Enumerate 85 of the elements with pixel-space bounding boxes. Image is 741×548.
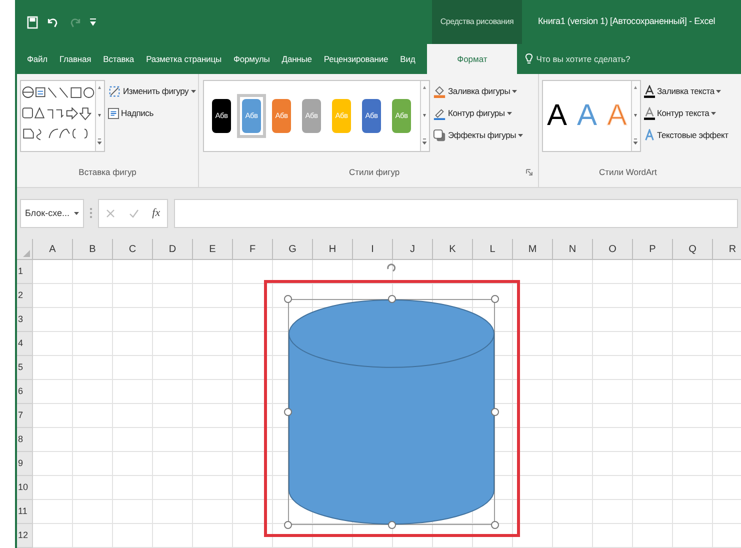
column-header[interactable]: C <box>113 239 153 260</box>
text-outline-icon <box>644 106 655 120</box>
undo-icon[interactable] <box>46 16 60 29</box>
formula-input-field[interactable] <box>174 198 738 228</box>
resize-handle[interactable] <box>491 295 499 303</box>
gallery-scroll-bar[interactable] <box>420 81 429 152</box>
dropdown-caret-icon <box>74 212 79 215</box>
ribbon-tab[interactable]: Разметка страницы <box>140 44 228 74</box>
effects-icon <box>433 128 446 142</box>
column-header[interactable]: A <box>33 239 73 260</box>
row-header[interactable]: 1 <box>17 260 33 284</box>
group-label: Вставка фигур <box>78 166 136 179</box>
ribbon-tab[interactable]: Формат <box>427 44 518 74</box>
ribbon-tab[interactable]: Рецензирование <box>318 44 394 74</box>
text-fill-icon <box>644 84 655 98</box>
row-header[interactable]: 6 <box>17 380 33 404</box>
column-header[interactable]: B <box>73 239 113 260</box>
name-box[interactable]: Блок-схе... <box>20 198 84 228</box>
rotate-handle-icon[interactable] <box>386 263 396 273</box>
column-header[interactable]: F <box>233 239 273 260</box>
paint-bucket-icon <box>433 84 446 98</box>
ribbon-button[interactable]: Изменить фигуру <box>108 80 196 102</box>
column-header[interactable]: H <box>313 239 353 260</box>
column-header[interactable]: E <box>193 239 233 260</box>
tell-me-field[interactable]: Что вы хотите сделать? <box>517 44 630 74</box>
column-header[interactable]: D <box>153 239 193 260</box>
row-header[interactable]: 8 <box>17 428 33 452</box>
checkmark-icon[interactable] <box>128 208 138 218</box>
column-header[interactable]: K <box>433 239 473 260</box>
resize-handle[interactable] <box>388 295 396 303</box>
column-header[interactable]: J <box>393 239 433 260</box>
group-label: Стили WordArt <box>599 166 657 179</box>
column-header[interactable]: I <box>353 239 393 260</box>
insert-function-button[interactable]: fx <box>152 205 160 222</box>
ribbon-button[interactable]: Контур текста <box>644 102 716 124</box>
window-title: Книга1 (version 1) [Автосохраненный] - Excel <box>537 15 716 28</box>
separator-dots-icon <box>90 208 92 218</box>
edit-shape-icon <box>108 84 121 98</box>
ribbon-button[interactable]: Текстовые эффект <box>644 124 728 146</box>
resize-handle[interactable] <box>284 521 292 529</box>
text-effects-icon <box>644 128 655 142</box>
ribbon-button[interactable]: Эффекты фигуры <box>433 124 524 146</box>
ribbon-button[interactable]: Заливка фигуры <box>433 80 518 102</box>
save-icon[interactable] <box>27 16 38 29</box>
ribbon-button[interactable]: Контур фигуры <box>433 102 512 124</box>
ribbon-tab[interactable]: Вставка <box>97 44 140 74</box>
ribbon-tab[interactable]: Данные <box>276 44 318 74</box>
resize-handle[interactable] <box>284 408 292 416</box>
ribbon-tab[interactable]: Формулы <box>227 44 276 74</box>
column-header[interactable]: R <box>713 239 741 260</box>
column-header[interactable]: P <box>633 239 673 260</box>
pencil-icon <box>433 106 446 120</box>
resize-handle[interactable] <box>284 295 292 303</box>
gallery-scroll-bar[interactable] <box>631 81 640 152</box>
row-header[interactable]: 2 <box>17 284 33 308</box>
customize-menu-icon[interactable] <box>90 18 96 26</box>
ribbon-button[interactable]: Надпись <box>108 102 154 124</box>
cylinder-shape[interactable] <box>288 299 495 525</box>
row-header[interactable]: 3 <box>17 308 33 332</box>
lightbulb-icon <box>525 53 534 66</box>
gallery-scroll-bar[interactable] <box>95 81 104 152</box>
row-header[interactable]: 11 <box>17 500 33 524</box>
group-label: Стили фигур <box>349 166 400 179</box>
ribbon-button[interactable]: Заливка текста <box>644 80 722 102</box>
context-tab-group: Средства рисования <box>432 0 522 44</box>
resize-handle[interactable] <box>491 408 499 416</box>
row-header[interactable]: 12 <box>17 524 33 548</box>
ribbon-tab[interactable]: Вид <box>394 44 422 74</box>
wordart-style-sample[interactable]: A <box>546 101 567 132</box>
column-header[interactable]: O <box>593 239 633 260</box>
row-header[interactable]: 9 <box>17 452 33 476</box>
column-header[interactable]: G <box>273 239 313 260</box>
row-header[interactable]: 4 <box>17 332 33 356</box>
column-header[interactable]: N <box>553 239 593 260</box>
textbox-icon <box>108 108 119 119</box>
column-header[interactable]: Q <box>673 239 713 260</box>
row-header[interactable]: 5 <box>17 356 33 380</box>
ribbon-tab[interactable]: Файл <box>21 44 54 74</box>
column-header[interactable]: L <box>473 239 513 260</box>
row-header[interactable]: 7 <box>17 404 33 428</box>
dialog-launcher-icon[interactable] <box>526 168 533 176</box>
row-header[interactable]: 10 <box>17 476 33 500</box>
ribbon-tab[interactable]: Главная <box>54 44 98 74</box>
resize-handle[interactable] <box>491 521 499 529</box>
column-header[interactable]: M <box>513 239 553 260</box>
